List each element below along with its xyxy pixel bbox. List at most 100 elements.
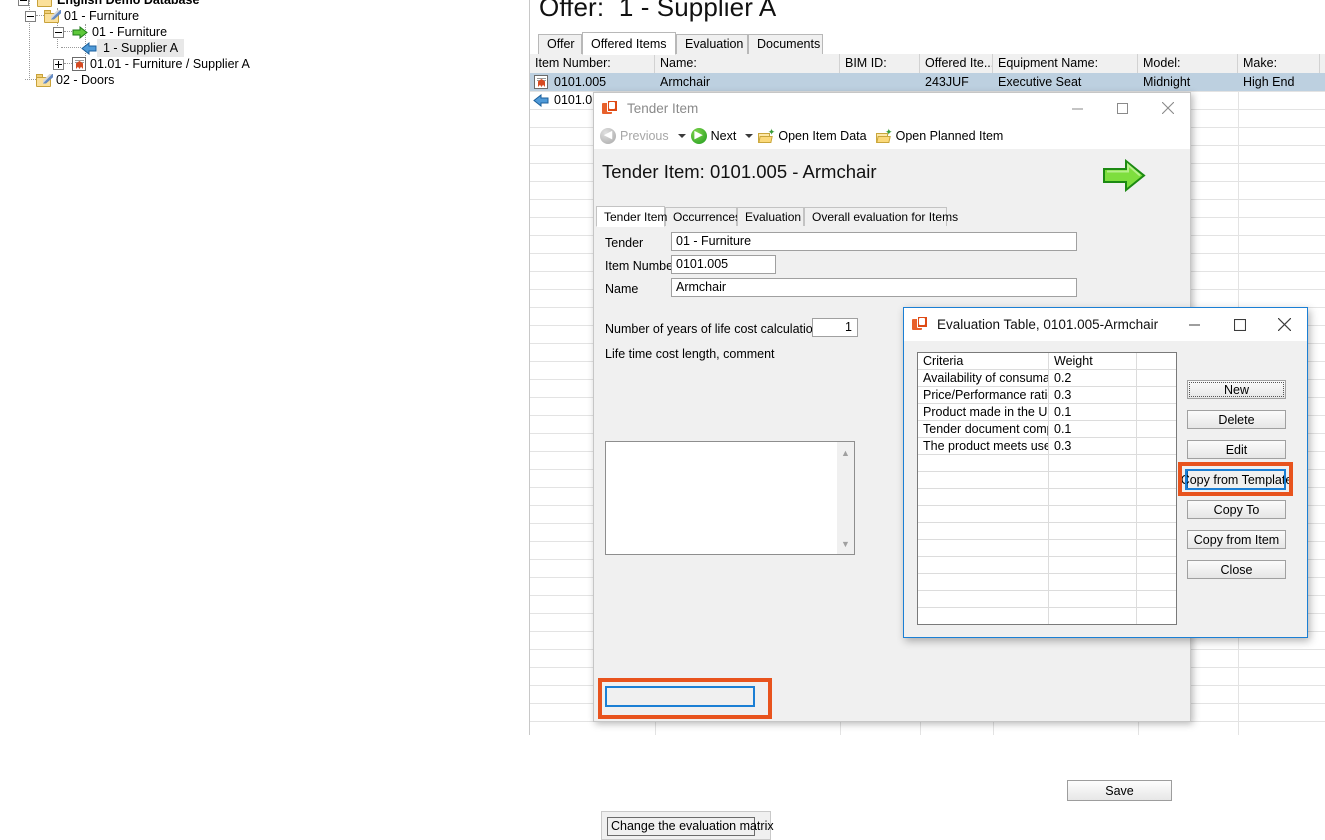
scroll-down-icon[interactable]: ▼ bbox=[837, 535, 854, 552]
tree-node-01-furniture[interactable]: 01 - Furniture bbox=[25, 8, 139, 24]
tree-node-02-doors[interactable]: 02 - Doors bbox=[25, 72, 114, 88]
column-header-spare bbox=[1137, 353, 1176, 369]
column-header-model[interactable]: Model: bbox=[1138, 54, 1238, 73]
table-row[interactable]: Availability of consumables 0.2 bbox=[918, 370, 1176, 387]
copy-to-button[interactable]: Copy To bbox=[1187, 500, 1286, 519]
tree-node-01-01-furniture-supplier-a[interactable]: 01.01 - Furniture / Supplier A bbox=[53, 56, 250, 72]
name-field[interactable]: Armchair bbox=[671, 278, 1077, 297]
expander-minus-icon[interactable] bbox=[18, 0, 29, 6]
table-row[interactable]: Tender document compl... 0.1 bbox=[918, 421, 1176, 438]
window-controls[interactable] bbox=[1055, 93, 1190, 123]
table-row-empty[interactable] bbox=[918, 455, 1176, 472]
previous-dropdown-caret-icon[interactable] bbox=[678, 134, 686, 138]
window-controls[interactable] bbox=[1172, 308, 1307, 341]
expander-minus-icon[interactable] bbox=[53, 27, 64, 38]
close-icon[interactable] bbox=[1145, 93, 1190, 123]
expander-plus-icon[interactable] bbox=[53, 59, 64, 70]
change-evaluation-matrix-button[interactable]: Change the evaluation matrix bbox=[607, 817, 755, 836]
column-header-make[interactable]: Make: bbox=[1238, 54, 1320, 73]
copy-from-item-button[interactable]: Copy from Item bbox=[1187, 530, 1286, 549]
edit-button[interactable]: Edit bbox=[1187, 440, 1286, 459]
table-row[interactable]: The product meets user ... 0.3 bbox=[918, 438, 1176, 455]
tab-offered-items[interactable]: Offered Items bbox=[582, 32, 676, 55]
next-label: Next bbox=[711, 129, 737, 143]
project-tree-panel[interactable]: English Demo Database 01 - Furniture 01 … bbox=[0, 0, 529, 735]
cell-weight: 0.3 bbox=[1049, 438, 1137, 454]
table-row-empty[interactable] bbox=[918, 506, 1176, 523]
life-cost-years-field[interactable]: 1 bbox=[812, 318, 858, 337]
tender-dialog-toolbar[interactable]: ◀ Previous ▶ Next ✦ Open Item Data ✦ Ope… bbox=[594, 123, 1190, 149]
column-header-offered-item[interactable]: Offered Ite... bbox=[920, 54, 993, 73]
maximize-icon[interactable] bbox=[1217, 308, 1262, 341]
delete-button[interactable]: Delete bbox=[1187, 410, 1286, 429]
next-button[interactable]: ▶ Next bbox=[691, 128, 737, 144]
minimize-icon[interactable] bbox=[1055, 93, 1100, 123]
copy-from-template-button[interactable]: Copy from Template bbox=[1187, 470, 1286, 489]
scroll-up-icon[interactable]: ▲ bbox=[837, 444, 854, 461]
offer-tabstrip[interactable]: Offer Offered Items Evaluation Documents bbox=[530, 33, 1325, 55]
table-row-empty[interactable] bbox=[918, 574, 1176, 591]
item-number-field[interactable]: 0101.005 bbox=[671, 255, 776, 274]
column-header-weight[interactable]: Weight bbox=[1049, 353, 1137, 369]
table-row-empty[interactable] bbox=[918, 472, 1176, 489]
arrow-left-blue-icon bbox=[81, 42, 97, 55]
table-row[interactable]: Price/Performance ratio 0.3 bbox=[918, 387, 1176, 404]
tree-node-english-demo-database[interactable]: English Demo Database bbox=[18, 0, 199, 8]
open-planned-item-button[interactable]: ✦ Open Planned Item bbox=[876, 129, 1004, 143]
grid-header-row: Item Number: Name: BIM ID: Offered Ite..… bbox=[530, 54, 1325, 74]
tab-offer[interactable]: Offer bbox=[538, 34, 582, 54]
column-header-equipment-name[interactable]: Equipment Name: bbox=[993, 54, 1138, 73]
table-row-empty[interactable] bbox=[918, 557, 1176, 574]
life-time-cost-comment-textarea[interactable]: ▲ ▼ bbox=[605, 441, 855, 555]
tree-connector bbox=[61, 47, 81, 49]
open-item-data-button[interactable]: ✦ Open Item Data bbox=[758, 129, 866, 143]
table-row-empty[interactable] bbox=[918, 540, 1176, 557]
table-header-row: Criteria Weight bbox=[918, 353, 1176, 370]
tree-node-supplier-a[interactable]: 1 - Supplier A bbox=[61, 40, 184, 56]
previous-button[interactable]: ◀ Previous bbox=[600, 128, 669, 144]
column-header-bim-id[interactable]: BIM ID: bbox=[840, 54, 920, 73]
folder-open-icon: ✦ bbox=[876, 129, 892, 143]
next-dropdown-caret-icon[interactable] bbox=[745, 134, 753, 138]
cell-criteria: Price/Performance ratio bbox=[918, 387, 1049, 403]
evaluation-table-dialog: Evaluation Table, 0101.005-Armchair Crit… bbox=[903, 307, 1308, 638]
minimize-icon[interactable] bbox=[1172, 308, 1217, 341]
tab-documents[interactable]: Documents bbox=[748, 34, 823, 54]
column-header-manufacturer[interactable]: Manufact bbox=[1320, 54, 1325, 73]
app-icon bbox=[912, 316, 929, 333]
column-header-criteria[interactable]: Criteria bbox=[918, 353, 1049, 369]
expander-minus-icon[interactable] bbox=[25, 11, 36, 22]
circle-arrow-left-icon: ◀ bbox=[600, 128, 616, 144]
tab-evaluation[interactable]: Evaluation bbox=[676, 34, 748, 54]
evaluation-dialog-titlebar[interactable]: Evaluation Table, 0101.005-Armchair bbox=[904, 308, 1307, 341]
tender-dialog-tabstrip[interactable]: Tender Item Occurrences Evaluation Overa… bbox=[594, 206, 1190, 227]
tab-tender-item[interactable]: Tender Item bbox=[596, 206, 665, 227]
table-row-empty[interactable] bbox=[918, 489, 1176, 506]
cell-name: Armchair bbox=[655, 73, 840, 91]
cell-criteria: Product made in the US bbox=[918, 404, 1049, 420]
close-button[interactable]: Close bbox=[1187, 560, 1286, 579]
new-button[interactable]: New bbox=[1187, 380, 1286, 399]
tab-evaluation[interactable]: Evaluation bbox=[737, 207, 804, 226]
tender-dialog-titlebar[interactable]: Tender Item bbox=[594, 93, 1190, 123]
evaluation-criteria-table[interactable]: Criteria Weight Availability of consumab… bbox=[917, 352, 1177, 625]
table-row-empty[interactable] bbox=[918, 523, 1176, 540]
column-header-item-number[interactable]: Item Number: bbox=[530, 54, 655, 73]
previous-label: Previous bbox=[620, 129, 669, 143]
table-row-empty[interactable] bbox=[918, 591, 1176, 608]
database-icon bbox=[37, 0, 53, 7]
tender-field[interactable]: 01 - Furniture bbox=[671, 232, 1077, 251]
tree-node-tender-01-furniture[interactable]: 01 - Furniture bbox=[53, 24, 167, 40]
cell-item-number: 0101.005 bbox=[549, 73, 655, 91]
tab-overall-evaluation-for-items[interactable]: Overall evaluation for Items bbox=[804, 207, 947, 226]
close-icon[interactable] bbox=[1262, 308, 1307, 341]
comment-scrollbar[interactable]: ▲ ▼ bbox=[837, 442, 854, 554]
column-header-name[interactable]: Name: bbox=[655, 54, 840, 73]
table-row-empty[interactable] bbox=[918, 608, 1176, 625]
cell-offered-item: 243JUF bbox=[920, 73, 993, 91]
save-button[interactable]: Save bbox=[1067, 780, 1172, 801]
tab-occurrences[interactable]: Occurrences bbox=[665, 207, 737, 226]
table-row[interactable]: Product made in the US 0.1 bbox=[918, 404, 1176, 421]
arrow-right-green-large-icon[interactable] bbox=[1102, 159, 1146, 192]
maximize-icon[interactable] bbox=[1100, 93, 1145, 123]
